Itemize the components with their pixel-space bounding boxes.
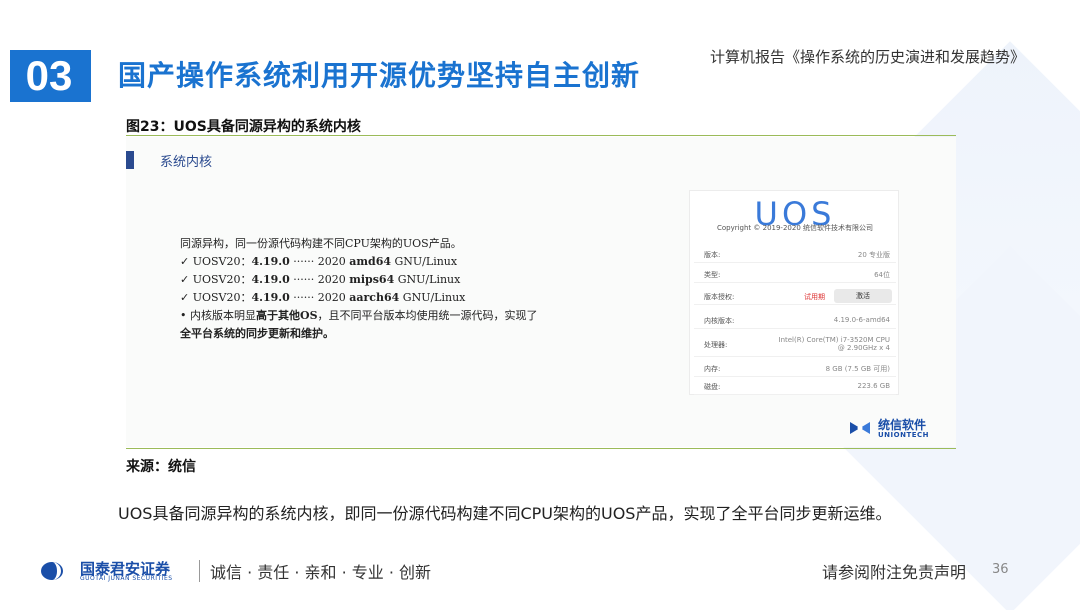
info-row-memory: 内存: 8 GB (7.5 GB 可用): [694, 359, 896, 377]
info-row-kernel: 内核版本: 4.19.0-6-amd64: [694, 311, 896, 329]
footer-divider: [199, 560, 200, 582]
trial-badge: 试用期: [804, 293, 825, 301]
kernel-screenshot: 系统内核 同源异构，同一份源代码构建不同CPU架构的UOS产品。 ✓ UOSV2…: [126, 137, 956, 447]
info-row-cpu: 处理器: Intel(R) Core(TM) i7-3520M CPU @ 2.9…: [694, 335, 896, 357]
section-title: 国产操作系统利用开源优势坚持自主创新: [118, 59, 641, 92]
figure-top-rule: [126, 135, 956, 136]
info-row-type: 类型: 64位: [694, 265, 896, 283]
uniontech-logo: 统信软件 UNIONTECH: [848, 416, 948, 440]
disclaimer-link[interactable]: 请参阅附注免责声明: [822, 559, 966, 583]
gtja-logo-icon: [41, 562, 63, 580]
page-number: 36: [992, 562, 1009, 577]
report-title: 计算机报告《操作系统的历史演进和发展趋势》: [710, 48, 1026, 66]
company-motto: 诚信 · 责任 · 亲和 · 专业 · 创新: [210, 563, 432, 582]
section-divider: [88, 50, 91, 102]
system-info-panel: UOS Copyright © 2019-2020 统信软件技术有限公司 版本:…: [689, 190, 899, 395]
info-row-license: 版本授权: 试用期 激活: [694, 287, 896, 305]
copyright-text: Copyright © 2019-2020 统信软件技术有限公司: [716, 224, 874, 232]
info-row-disk: 磁盘: 223.6 GB: [694, 377, 896, 395]
summary-text: UOS具备同源异构的系统内核，即同一份源代码构建不同CPU架构的UOS产品，实现…: [118, 504, 892, 523]
kernel-description: 同源异构，同一份源代码构建不同CPU架构的UOS产品。 ✓ UOSV20：4.1…: [180, 235, 650, 343]
kernel-lead: 同源异构，同一份源代码构建不同CPU架构的UOS产品。: [180, 237, 462, 250]
figure-bottom-rule: [126, 448, 956, 449]
kernel-item-mips64: ✓ UOSV20：4.19.0 ······ 2020 mips64 GNU/L…: [180, 273, 461, 286]
uniontech-mark-icon: [850, 422, 870, 434]
kernel-note: • 内核版本明显高于其他OS，且不同平台版本均使用统一源代码，实现了 全平台系统的…: [180, 309, 538, 340]
figure-title: 图23：UOS具备同源异构的系统内核: [126, 119, 361, 135]
section-number: 03: [10, 50, 88, 102]
kernel-item-aarch64: ✓ UOSV20：4.19.0 ······ 2020 aarch64 GNU/…: [180, 291, 466, 304]
info-row-version: 版本: 20 专业版: [694, 245, 896, 263]
activate-button[interactable]: 激活: [834, 289, 892, 303]
kernel-item-amd64: ✓ UOSV20：4.19.0 ······ 2020 amd64 GNU/Li…: [180, 255, 458, 268]
heading-accent: [126, 151, 134, 169]
screenshot-heading: 系统内核: [160, 155, 213, 170]
uniontech-en: UNIONTECH: [878, 431, 930, 439]
company-name-en: GUOTAI JUNAN SECURITIES: [80, 575, 173, 582]
figure-source: 来源：统信: [126, 459, 196, 475]
